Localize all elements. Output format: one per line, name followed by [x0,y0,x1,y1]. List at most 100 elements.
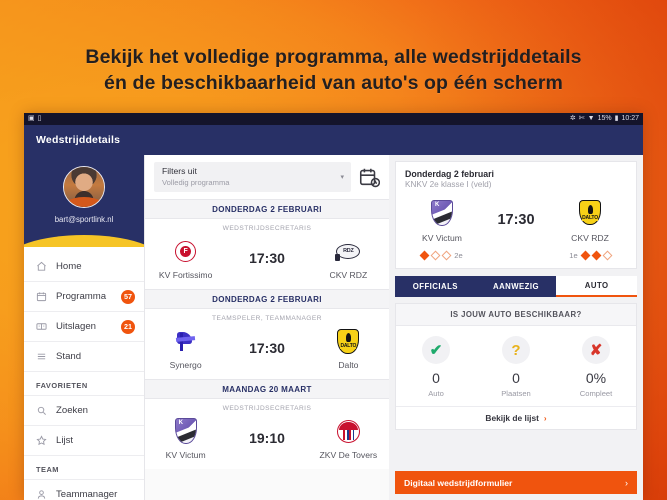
club-logo-victum-icon: K [405,196,479,229]
sidebar-item-label: Uitslagen [56,321,96,332]
battery-percent: 15% [597,115,612,122]
away-team: RDZ CKV RDZ [308,236,389,280]
sidebar-item-label: Lijst [56,435,74,446]
match-role: TEAMSPELER, TEAMMANAGER [212,315,322,322]
calendar-sync-icon[interactable] [358,166,381,188]
away-rank: 1e [569,251,578,260]
battery-icon: ▮ [614,115,619,122]
match-role: WEDSTRIJDSECRETARIS [222,405,312,412]
sidebar-item-teammanager[interactable]: Teammanager [24,480,144,500]
avatar[interactable] [63,166,105,208]
team-name: CKV RDZ [571,233,609,243]
status-badge: 21 [121,319,135,334]
away-team: ZKV De Tovers [308,416,389,460]
sidebar-item-uitslagen[interactable]: Uitslagen 21 [24,312,144,342]
match-competition: KNKV 2e klasse I (veld) [405,180,492,189]
club-logo-dalto-icon: DALTO [553,196,627,229]
tab-auto[interactable]: AUTO [556,276,638,297]
home-icon [36,261,52,272]
sidebar-section-favorieten: FAVORIETEN [24,372,144,396]
chevron-right-icon: › [625,477,628,488]
sidebar-item-label: Zoeken [56,405,88,416]
team-name: KV Fortissimo [158,270,213,280]
form-diamond [591,250,602,261]
stat-compleet[interactable]: ✘ 0% Compleet [556,336,636,398]
tab-aanwezig[interactable]: AANWEZIG [476,276,557,297]
sidebar-item-label: Home [56,261,82,272]
filter-value: Filters uit [162,166,197,176]
sidebar-item-stand[interactable]: Stand [24,342,144,372]
scoreboard-icon [36,321,52,332]
sidebar-item-programma[interactable]: Programma 57 [24,282,144,312]
away-team: DALTO CKV RDZ [553,196,627,243]
sidebar-curve-decoration [24,235,144,247]
calendar-icon [36,291,52,302]
sidebar-item-label: Stand [56,351,82,362]
home-team: K KV Victum [405,196,479,243]
club-logo-victum-icon: K [145,416,226,446]
chevron-down-icon: ▾ [340,174,344,181]
day-header: DONDERDAG 2 FEBRUARI [145,289,389,309]
status-badge: 57 [121,289,135,304]
sidebar-item-home[interactable]: Home [24,252,144,282]
stat-plaatsen[interactable]: ? 0 Plaatsen [476,336,556,398]
sidebar: bart@sportlink.nl Home Programma 57 Uits… [24,155,144,500]
form-row: 2e 1e [405,250,627,261]
filter-dropdown[interactable]: Filters uit Volledig programma ▾ [154,162,351,192]
team-name: CKV RDZ [329,270,368,280]
cross-icon: ✘ [582,336,610,364]
form-diamond [580,250,591,261]
sidebar-item-label: Teammanager [56,489,118,500]
detail-tabs: OFFICIALS AANWEZIG AUTO [395,276,638,297]
image-icon: ▣ [28,115,35,122]
match-time: 17:30 [249,340,285,356]
stat-label: Auto [428,389,444,398]
sidebar-item-lijst[interactable]: Lijst [24,426,144,456]
auto-question: IS JOUW AUTO BESCHIKBAAR? [396,304,636,326]
sidebar-nav: Home Programma 57 Uitslagen 21 Stand FAV… [24,247,144,500]
home-rank: 2e [454,251,463,260]
clock-time: 10:27 [621,115,639,122]
check-icon: ✔ [422,336,450,364]
match-header-card: Donderdag 2 februari KNKV 2e klasse I (v… [395,161,637,269]
match-time: 17:30 [497,211,535,228]
team-name: ZKV De Tovers [319,450,378,460]
match-detail-column: Donderdag 2 februari KNKV 2e klasse I (v… [389,155,643,500]
home-team: K KV Victum [145,416,226,460]
club-logo-fortissimo-icon: F [145,236,226,266]
tab-officials[interactable]: OFFICIALS [395,276,476,297]
list-item[interactable]: WEDSTRIJDSECRETARIS F KV Fortissimo 17:3… [145,219,389,289]
stat-value: 0 [512,370,520,386]
app-body: bart@sportlink.nl Home Programma 57 Uits… [24,155,643,500]
home-form: 2e [405,250,479,261]
wifi-icon: ▼ [587,115,595,122]
profile-email: bart@sportlink.nl [54,215,114,224]
list-item[interactable]: WEDSTRIJDSECRETARIS K KV Victum 19:10 ZK… [145,399,389,469]
app-bar-title: Wedstrijddetails [36,134,121,146]
club-logo-tovers-icon [308,416,389,446]
filter-row: Filters uit Volledig programma ▾ [145,155,389,199]
stat-label: Compleet [579,389,613,398]
list-icon [36,351,52,362]
list-item[interactable]: TEAMSPELER, TEAMMANAGER Synergo 17:30 DA… [145,309,389,379]
view-list-link[interactable]: Bekijk de lijst › [396,406,636,429]
stat-auto[interactable]: ✔ 0 Auto [396,336,476,398]
sim-icon: ▯ [37,115,42,122]
program-list-column: Filters uit Volledig programma ▾ DONDERD… [144,155,389,500]
sidebar-item-zoeken[interactable]: Zoeken [24,396,144,426]
digital-match-form-button[interactable]: Digitaal wedstrijdformulier › [395,471,637,494]
auto-stats: ✔ 0 Auto ? 0 Plaatsen ✘ 0% Compleet [396,326,636,406]
away-form: 1e [553,250,627,261]
sidebar-profile-header: bart@sportlink.nl [24,155,144,247]
club-logo-rdz-icon: RDZ [308,236,389,266]
stat-label: Plaatsen [501,389,531,398]
away-team: DALTO Dalto [308,326,389,370]
promo-headline-line1: Bekijk het volledige programma, alle wed… [85,46,582,68]
bluetooth-icon: ✲ [569,115,576,122]
home-team: F KV Fortissimo [145,236,226,280]
team-name: KV Victum [421,233,462,243]
tablet-screenshot: ▣ ▯ ✲ ✄ ▼ 15% ▮ 10:27 Wedstrijddetails b… [24,113,643,500]
search-icon [36,405,52,416]
home-team: Synergo [145,326,226,370]
sidebar-section-team: TEAM [24,456,144,480]
